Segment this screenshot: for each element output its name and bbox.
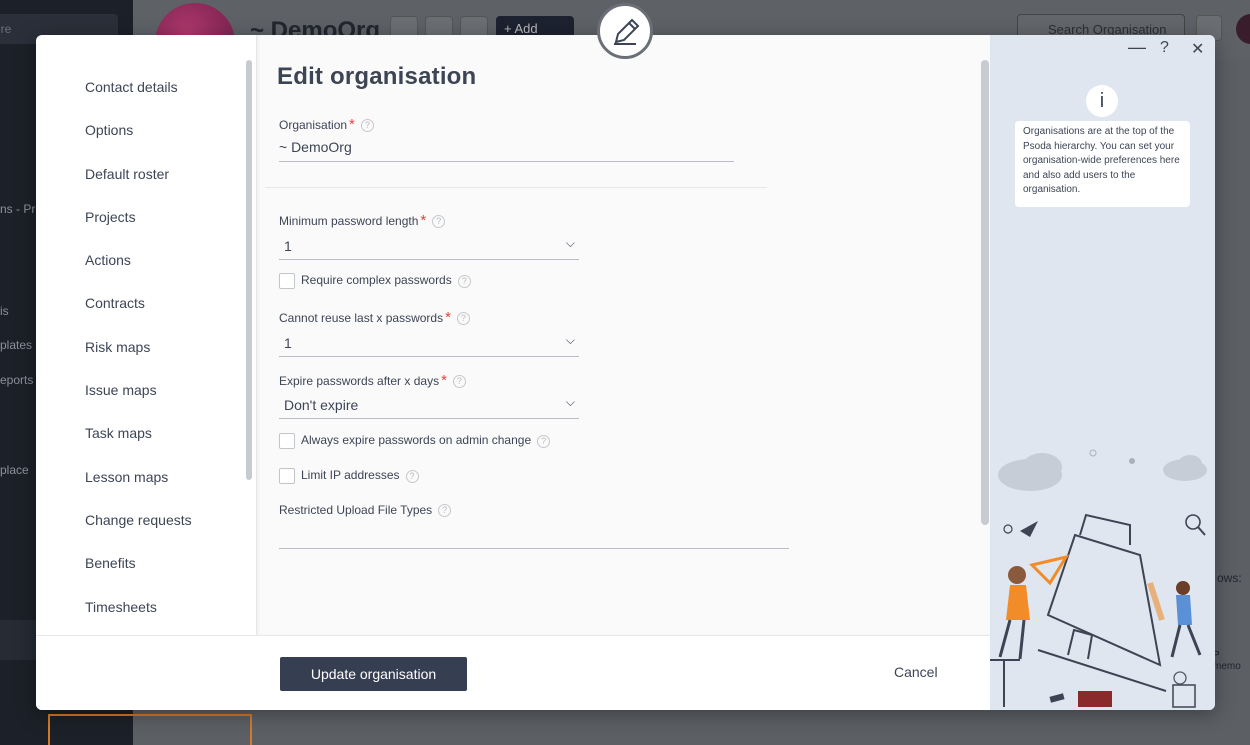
info-text: Organisations are at the top of the Psod…: [1015, 121, 1190, 207]
reuse-label: Cannot reuse last x passwords *?: [279, 309, 470, 326]
edit-organisation-dialog: Contact details Options Default roster P…: [36, 35, 1215, 710]
nav-item-issue-maps[interactable]: Issue maps: [85, 382, 192, 425]
expire-label: Expire passwords after x days *?: [279, 372, 466, 389]
upload-types-input[interactable]: [279, 527, 789, 547]
help-icon[interactable]: ?: [452, 375, 466, 389]
help-icon[interactable]: ?: [438, 504, 452, 518]
admin-change-checkbox[interactable]: Always expire passwords on admin change?: [279, 433, 551, 449]
upload-types-label-text: Restricted Upload File Types: [279, 503, 433, 517]
nav-item-default-roster[interactable]: Default roster: [85, 166, 192, 209]
side-nav-scrollbar[interactable]: [246, 60, 252, 480]
bg-text: ows:: [1217, 571, 1242, 585]
minimize-icon[interactable]: —: [1128, 37, 1146, 58]
min-password-label: Minimum password length *?: [279, 212, 446, 229]
side-nav-list: Contact details Options Default roster P…: [85, 79, 192, 642]
chevron-down-icon: ⌵: [565, 395, 575, 409]
nav-item-contracts[interactable]: Contracts: [85, 295, 192, 338]
nav-item-projects[interactable]: Projects: [85, 209, 192, 252]
upload-types-label: Restricted Upload File Types?: [279, 503, 452, 518]
help-icon[interactable]: ?: [360, 119, 374, 133]
chevron-down-icon: ⌵: [565, 333, 575, 347]
expire-value: Don't expire: [284, 397, 359, 413]
upload-types-input-line: [279, 548, 789, 549]
close-icon[interactable]: ✕: [1191, 39, 1204, 59]
min-password-label-text: Minimum password length: [279, 214, 419, 228]
modal-side-nav: Contact details Options Default roster P…: [36, 35, 256, 635]
help-icon[interactable]: ?: [1160, 39, 1169, 57]
form-scrollbar[interactable]: [981, 60, 989, 525]
edit-badge-icon: [597, 3, 653, 59]
complex-passwords-checkbox[interactable]: Require complex passwords?: [279, 273, 471, 289]
checkbox-box[interactable]: [279, 468, 295, 484]
required-marker: *: [441, 372, 447, 389]
limit-ip-checkbox[interactable]: Limit IP addresses?: [279, 468, 419, 484]
min-password-select[interactable]: 1 ⌵: [279, 236, 579, 260]
help-icon[interactable]: ?: [537, 434, 551, 448]
checkbox-box[interactable]: [279, 273, 295, 289]
complex-passwords-label: Require complex passwords: [301, 273, 452, 288]
nav-item-lesson-maps[interactable]: Lesson maps: [85, 469, 192, 512]
expire-select[interactable]: Don't expire ⌵: [279, 395, 579, 419]
nav-item-task-maps[interactable]: Task maps: [85, 425, 192, 468]
nav-item-risk-maps[interactable]: Risk maps: [85, 339, 192, 382]
section-divider: [265, 187, 767, 188]
help-icon[interactable]: ?: [405, 469, 419, 483]
required-marker: *: [445, 309, 451, 326]
organisation-input-line: [279, 161, 734, 162]
organisation-label: Organisation *?: [279, 116, 374, 133]
required-marker: *: [420, 212, 427, 229]
checkbox-box[interactable]: [279, 433, 295, 449]
expire-label-text: Expire passwords after x days: [279, 374, 440, 388]
limit-ip-label: Limit IP addresses: [301, 468, 400, 483]
min-password-value: 1: [284, 238, 292, 254]
pencil-icon: [614, 18, 640, 45]
nav-item-change-requests[interactable]: Change requests: [85, 512, 192, 555]
info-icon: i: [1086, 85, 1118, 117]
help-icon[interactable]: ?: [456, 312, 470, 326]
select-underline: [279, 259, 579, 260]
reuse-label-text: Cannot reuse last x passwords: [279, 311, 444, 325]
reuse-select[interactable]: 1 ⌵: [279, 333, 579, 357]
sidebar-item[interactable]: plates: [0, 338, 32, 352]
nav-item-contact-details[interactable]: Contact details: [85, 79, 192, 122]
help-icon[interactable]: ?: [432, 215, 446, 229]
cancel-button[interactable]: Cancel: [894, 664, 938, 680]
nav-item-benefits[interactable]: Benefits: [85, 555, 192, 598]
dialog-footer: Update organisation Cancel: [36, 635, 990, 710]
info-panel: — ? ✕ i Organisations are at the top of …: [990, 35, 1215, 710]
nav-item-actions[interactable]: Actions: [85, 252, 192, 295]
bg-text: P memo: [1213, 650, 1241, 672]
help-icon[interactable]: ?: [457, 274, 471, 288]
admin-change-label: Always expire passwords on admin change: [301, 433, 532, 448]
required-marker: *: [349, 116, 355, 133]
sidebar-item[interactable]: place: [0, 463, 29, 477]
organisation-input[interactable]: ~ DemoOrg: [279, 139, 352, 155]
update-organisation-button[interactable]: Update organisation: [280, 657, 467, 691]
form-panel: Edit organisation Organisation *? ~ DemoO…: [256, 35, 990, 635]
reuse-value: 1: [284, 335, 292, 351]
select-underline: [279, 418, 579, 419]
dialog-title: Edit organisation: [277, 63, 477, 90]
select-underline: [279, 356, 579, 357]
organisation-label-text: Organisation: [279, 118, 348, 132]
illustration: [990, 449, 1207, 708]
highlight-frame: [48, 714, 252, 745]
sidebar-item[interactable]: is: [0, 304, 9, 318]
chevron-down-icon: ⌵: [565, 236, 575, 250]
nav-item-options[interactable]: Options: [85, 122, 192, 165]
